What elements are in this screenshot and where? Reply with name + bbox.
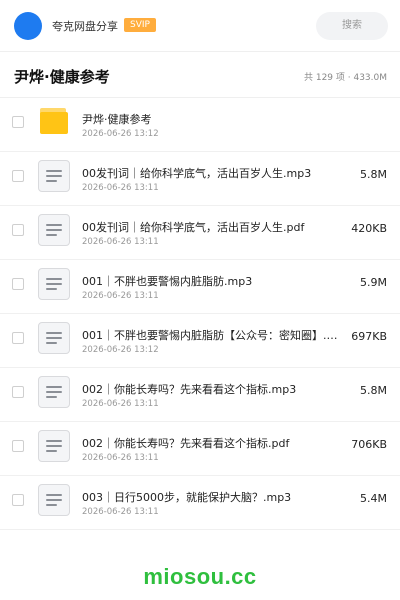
document-icon — [38, 322, 70, 354]
file-size: 5.8M — [360, 384, 387, 397]
row-checkbox[interactable] — [12, 332, 24, 344]
file-date: 2026-06-26 13:11 — [82, 183, 159, 193]
file-date: 2026-06-26 13:11 — [82, 237, 159, 247]
file-size: 5.8M — [360, 168, 387, 181]
file-name: 001｜不胖也要警惕内脏脂肪【公众号：密知圈】.pdf — [82, 329, 344, 342]
folder-title-row: 尹烨·健康参考 共 129 项 · 433.0M — [0, 52, 400, 98]
document-icon — [38, 160, 70, 192]
document-icon — [38, 430, 70, 462]
file-name: 尹烨·健康参考 — [82, 113, 152, 126]
file-date: 2026-06-26 13:12 — [82, 345, 159, 355]
file-row[interactable]: 00发刊词｜给你科学底气，活出百岁人生.mp3 2026-06-26 13:11… — [0, 152, 400, 206]
file-name: 001｜不胖也要警惕内脏脂肪.mp3 — [82, 275, 253, 288]
file-row[interactable]: 001｜不胖也要警惕内脏脂肪.mp3 2026-06-26 13:11 5.9M — [0, 260, 400, 314]
file-name: 00发刊词｜给你科学底气，活出百岁人生.mp3 — [82, 167, 312, 180]
file-row[interactable]: 00发刊词｜给你科学底气，活出百岁人生.pdf 2026-06-26 13:11… — [0, 206, 400, 260]
row-checkbox[interactable] — [12, 170, 24, 182]
avatar[interactable] — [14, 12, 42, 40]
file-row[interactable]: 002｜你能长寿吗？先来看看这个指标.pdf 2026-06-26 13:11 … — [0, 422, 400, 476]
site-watermark: miosou.cc — [143, 564, 257, 589]
row-checkbox[interactable] — [12, 116, 24, 128]
folder-icon — [38, 106, 70, 138]
file-size: 5.4M — [360, 492, 387, 505]
document-icon — [38, 376, 70, 408]
svip-badge: SVIP — [124, 18, 156, 32]
file-size: 697KB — [351, 330, 387, 343]
row-checkbox[interactable] — [12, 440, 24, 452]
file-date: 2026-06-26 13:11 — [82, 453, 159, 463]
document-icon — [38, 484, 70, 516]
row-checkbox[interactable] — [12, 224, 24, 236]
footer: miosou.cc — [0, 548, 400, 600]
file-size: 5.9M — [360, 276, 387, 289]
file-name: 002｜你能长寿吗？先来看看这个指标.pdf — [82, 437, 290, 450]
file-row[interactable]: 001｜不胖也要警惕内脏脂肪【公众号：密知圈】.pdf 2026-06-26 1… — [0, 314, 400, 368]
header-bar: 夸克网盘分享 SVIP 搜索 — [0, 0, 400, 52]
file-size: 420KB — [351, 222, 387, 235]
file-date: 2026-06-26 13:11 — [82, 291, 159, 301]
file-row[interactable]: 003｜日行5000步，就能保护大脑？.mp3 2026-06-26 13:11… — [0, 476, 400, 530]
file-name: 002｜你能长寿吗？先来看看这个指标.mp3 — [82, 383, 297, 396]
row-checkbox[interactable] — [12, 278, 24, 290]
file-date: 2026-06-26 13:11 — [82, 399, 159, 409]
sharer-name: 夸克网盘分享 — [52, 20, 118, 33]
page-title: 尹烨·健康参考 — [14, 68, 110, 86]
file-name: 003｜日行5000步，就能保护大脑？.mp3 — [82, 491, 292, 504]
document-icon — [38, 214, 70, 246]
file-name: 00发刊词｜给你科学底气，活出百岁人生.pdf — [82, 221, 305, 234]
file-date: 2026-06-26 13:12 — [82, 129, 159, 139]
file-row[interactable]: 002｜你能长寿吗？先来看看这个指标.mp3 2026-06-26 13:11 … — [0, 368, 400, 422]
file-date: 2026-06-26 13:11 — [82, 507, 159, 517]
document-icon — [38, 268, 70, 300]
row-checkbox[interactable] — [12, 386, 24, 398]
file-row[interactable]: 尹烨·健康参考 2026-06-26 13:12 — [0, 98, 400, 152]
item-summary: 共 129 项 · 433.0M — [303, 73, 387, 83]
search-input[interactable]: 搜索 — [316, 12, 388, 40]
row-checkbox[interactable] — [12, 494, 24, 506]
file-list: 尹烨·健康参考 2026-06-26 13:12 00发刊词｜给你科学底气，活出… — [0, 98, 400, 530]
file-size: 706KB — [351, 438, 387, 451]
